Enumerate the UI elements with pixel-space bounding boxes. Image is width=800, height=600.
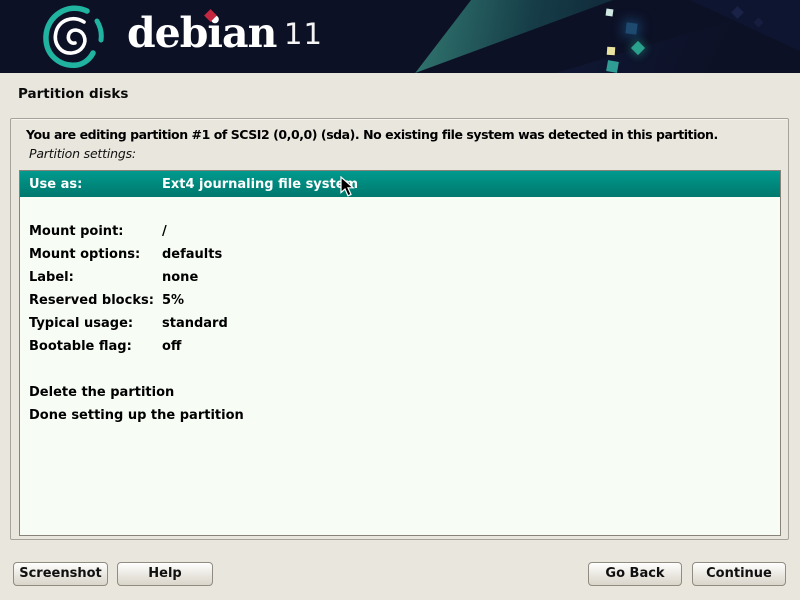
brand-wordmark: debian — [127, 9, 276, 57]
list-item[interactable]: Delete the partition — [20, 381, 780, 404]
list-item-label: Label: — [20, 270, 162, 285]
banner-art-square-cyan — [606, 9, 614, 17]
go-back-button[interactable]: Go Back — [588, 562, 682, 586]
list-item-label: Reserved blocks: — [20, 293, 162, 308]
screenshot-button[interactable]: Screenshot — [13, 562, 108, 586]
list-item-value: standard — [162, 316, 228, 331]
list-item-label: Typical usage: — [20, 316, 162, 331]
page-title: Partition disks — [18, 86, 128, 102]
list-item[interactable]: Mount point:/ — [20, 220, 780, 243]
installer-banner: debian 11 — [0, 0, 800, 73]
help-button[interactable]: Help — [117, 562, 213, 586]
debian-swirl-icon — [42, 5, 104, 69]
banner-art-square-blue — [625, 22, 637, 34]
partition-settings-caption: Partition settings: — [29, 146, 136, 161]
list-item-value: / — [162, 224, 167, 239]
list-item[interactable]: Bootable flag:off — [20, 335, 780, 358]
list-item-label: Done setting up the partition — [20, 408, 162, 423]
partition-settings-list[interactable]: Use as:Ext4 journaling file system Mount … — [19, 170, 781, 536]
list-item[interactable]: Use as:Ext4 journaling file system — [20, 171, 780, 197]
list-item-value: 5% — [162, 293, 184, 308]
list-item[interactable]: Typical usage:standard — [20, 312, 780, 335]
list-item-value: Ext4 journaling file system — [162, 177, 358, 192]
continue-button[interactable]: Continue — [692, 562, 786, 586]
list-item — [20, 358, 780, 381]
question-text: You are editing partition #1 of SCSI2 (0… — [26, 127, 718, 142]
list-item-label: Use as: — [20, 177, 162, 192]
list-item-label: Bootable flag: — [20, 339, 162, 354]
list-item-value: none — [162, 270, 198, 285]
list-item — [20, 197, 780, 220]
banner-art-square-teal — [606, 60, 619, 73]
list-item-value: defaults — [162, 247, 222, 262]
list-item-value: off — [162, 339, 181, 354]
list-item-label: Mount point: — [20, 224, 162, 239]
installer-window: debian 11 Partition disks You are editin… — [0, 0, 800, 600]
list-item-label: Delete the partition — [20, 385, 162, 400]
content-frame: You are editing partition #1 of SCSI2 (0… — [10, 118, 789, 540]
banner-art-square-yellow — [607, 47, 616, 56]
banner-art-triangle-teal — [398, 0, 613, 73]
list-item[interactable]: Mount options:defaults — [20, 243, 780, 266]
list-item[interactable]: Done setting up the partition — [20, 404, 780, 427]
brand-version: 11 — [284, 17, 323, 51]
list-item[interactable]: Label:none — [20, 266, 780, 289]
list-item[interactable]: Reserved blocks:5% — [20, 289, 780, 312]
list-item-label: Mount options: — [20, 247, 162, 262]
